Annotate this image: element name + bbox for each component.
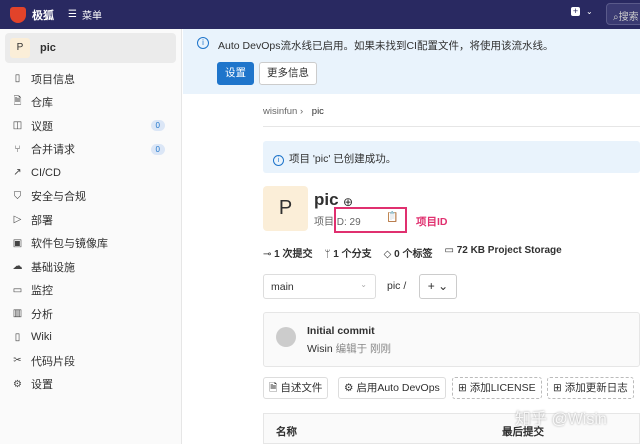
settings-button[interactable]: 设置 bbox=[217, 62, 254, 85]
project-avatar: P bbox=[10, 38, 30, 58]
search-input[interactable]: ⌕搜索 bbox=[606, 3, 640, 25]
sidebar-item-label: Wiki bbox=[31, 331, 52, 343]
add-dropdown-button[interactable]: + ⌄ bbox=[419, 274, 457, 299]
sidebar-item-label: 议题 bbox=[31, 118, 53, 134]
project-stats: ⊸ 1 次提交 ᛘ 1 个分支 ◇ 0 个标签 ▭ 72 KB Project … bbox=[263, 245, 562, 260]
shield-icon: ⛉ bbox=[12, 191, 23, 202]
sidebar-item-label: 安全与合规 bbox=[31, 188, 86, 204]
sidebar-item-monitor[interactable]: ▭ 监控 bbox=[0, 279, 181, 303]
chart-icon: ▥ bbox=[12, 308, 23, 319]
sidebar-item-label: CI/CD bbox=[31, 167, 61, 179]
new-plus-icon[interactable]: + bbox=[571, 7, 580, 16]
rocket-icon: ↗ bbox=[12, 167, 23, 178]
top-bar: 极狐 ☰ 菜单 + ⌄ ⌕搜索 bbox=[0, 0, 640, 29]
breadcrumb-group[interactable]: wisinfun bbox=[263, 106, 297, 117]
sidebar-item-deploy[interactable]: ▷ 部署 bbox=[0, 208, 181, 232]
info-icon: i bbox=[197, 37, 209, 49]
sidebar-item-label: 分析 bbox=[31, 306, 53, 322]
add-changelog-button[interactable]: ⊞ 添加更新日志 bbox=[547, 377, 634, 399]
doc-icon: 🗎 bbox=[12, 94, 23, 111]
divider bbox=[263, 126, 640, 127]
branch-select[interactable]: main⌄ bbox=[263, 274, 376, 299]
menu-button[interactable]: ☰ 菜单 bbox=[68, 7, 102, 22]
sidebar-item-label: 合并请求 bbox=[31, 141, 75, 157]
sidebar-project[interactable]: Ppic bbox=[5, 33, 176, 63]
breadcrumb: wisinfun › pic bbox=[263, 106, 324, 117]
sidebar-item-chart[interactable]: ▥ 分析 bbox=[0, 302, 181, 326]
sidebar-item-book[interactable]: ▯ Wiki bbox=[0, 326, 181, 350]
deploy-icon: ▷ bbox=[12, 214, 23, 225]
success-alert: i 项目 'pic' 已创建成功。 bbox=[263, 141, 640, 173]
project-avatar-large: P bbox=[263, 186, 308, 231]
more-info-button[interactable]: 更多信息 bbox=[259, 62, 317, 85]
add-license-button[interactable]: ⊞ 添加LICENSE bbox=[452, 377, 542, 399]
info-icon: i bbox=[273, 155, 284, 166]
sidebar-item-label: 软件包与镜像库 bbox=[31, 235, 108, 251]
sidebar-item-package[interactable]: ▣ 软件包与镜像库 bbox=[0, 232, 181, 256]
breadcrumb-project[interactable]: pic bbox=[312, 106, 324, 117]
sidebar-item-label: 部署 bbox=[31, 212, 53, 228]
col-name: 名称 bbox=[276, 424, 297, 439]
snippet-icon: ✂ bbox=[12, 355, 23, 366]
sidebar-item-label: 代码片段 bbox=[31, 353, 75, 369]
sidebar-item-cloud[interactable]: ☁ 基础设施 bbox=[0, 255, 181, 279]
sidebar-item-label: 设置 bbox=[31, 376, 53, 392]
book-icon: ▯ bbox=[12, 332, 23, 343]
issues-icon: ◫ bbox=[12, 120, 23, 131]
cloud-icon: ☁ bbox=[12, 261, 23, 272]
project-name: pic bbox=[40, 42, 56, 54]
package-icon: ▣ bbox=[12, 238, 23, 249]
chevron-down-icon[interactable]: ⌄ bbox=[586, 7, 593, 16]
sidebar-item-snippet[interactable]: ✂ 代码片段 bbox=[0, 349, 181, 373]
repo-path: pic / bbox=[387, 280, 406, 292]
success-text: 项目 'pic' 已创建成功。 bbox=[289, 153, 396, 165]
sidebar-item-merge[interactable]: ⑂ 合并请求 0 bbox=[0, 138, 181, 162]
sidebar-item-label: 仓库 bbox=[31, 94, 53, 110]
sidebar-item-label: 项目信息 bbox=[31, 71, 75, 87]
sidebar-item-rocket[interactable]: ↗ CI/CD bbox=[0, 161, 181, 185]
menu-label: 菜单 bbox=[82, 7, 102, 22]
sidebar-item-shield[interactable]: ⛉ 安全与合规 bbox=[0, 185, 181, 209]
sidebar: Ppic ▯ 项目信息 🗎 仓库 ◫ 议题 0 ⑂ 合并请求 0 ↗ CI/CD ⛉ 安全与合规 ▷ 部署 ▣ 软… bbox=[0, 29, 182, 444]
sidebar-item-doc[interactable]: 🗎 仓库 bbox=[0, 91, 181, 115]
merge-icon: ⑂ bbox=[12, 144, 23, 155]
enable-autodevops-button[interactable]: ⚙ 启用Auto DevOps bbox=[338, 377, 446, 399]
alert-text: Auto DevOps流水线已启用。如果未找到CI配置文件，将使用该流水线。 bbox=[218, 38, 553, 53]
annotation-label: 项目ID bbox=[416, 214, 448, 229]
sidebar-item-label: 基础设施 bbox=[31, 259, 75, 275]
count-badge: 0 bbox=[151, 120, 165, 131]
monitor-icon: ▭ bbox=[12, 285, 23, 296]
readme-button[interactable]: 🗎 自述文件 bbox=[263, 377, 328, 399]
storage-link[interactable]: ▭ 72 KB Project Storage bbox=[444, 245, 561, 260]
info-icon: ▯ bbox=[12, 73, 23, 84]
gear-icon: ⚙ bbox=[12, 379, 23, 390]
commit-title[interactable]: Initial commit bbox=[307, 325, 375, 337]
sidebar-item-issues[interactable]: ◫ 议题 0 bbox=[0, 114, 181, 138]
commit-meta: Wisin 编辑于 刚刚 bbox=[307, 341, 391, 356]
copy-icon[interactable]: 📋 bbox=[386, 212, 398, 223]
avatar bbox=[276, 327, 296, 347]
sidebar-item-gear[interactable]: ⚙ 设置 bbox=[0, 373, 181, 397]
watermark: 知乎 @Wisin bbox=[515, 405, 607, 429]
sidebar-item-label: 监控 bbox=[31, 282, 53, 298]
hamburger-icon: ☰ bbox=[68, 9, 77, 20]
tags-link[interactable]: ◇ 0 个标签 bbox=[384, 245, 433, 260]
chevron-down-icon: ⌄ bbox=[360, 280, 367, 289]
count-badge: 0 bbox=[151, 144, 165, 155]
branches-link[interactable]: ᛘ 1 个分支 bbox=[325, 245, 372, 260]
sidebar-item-info[interactable]: ▯ 项目信息 bbox=[0, 67, 181, 91]
last-commit: Initial commit Wisin 编辑于 刚刚 bbox=[263, 312, 640, 367]
brand: 极狐 bbox=[32, 7, 54, 23]
gitlab-logo-icon[interactable] bbox=[10, 7, 26, 23]
commits-link[interactable]: ⊸ 1 次提交 bbox=[263, 245, 313, 260]
